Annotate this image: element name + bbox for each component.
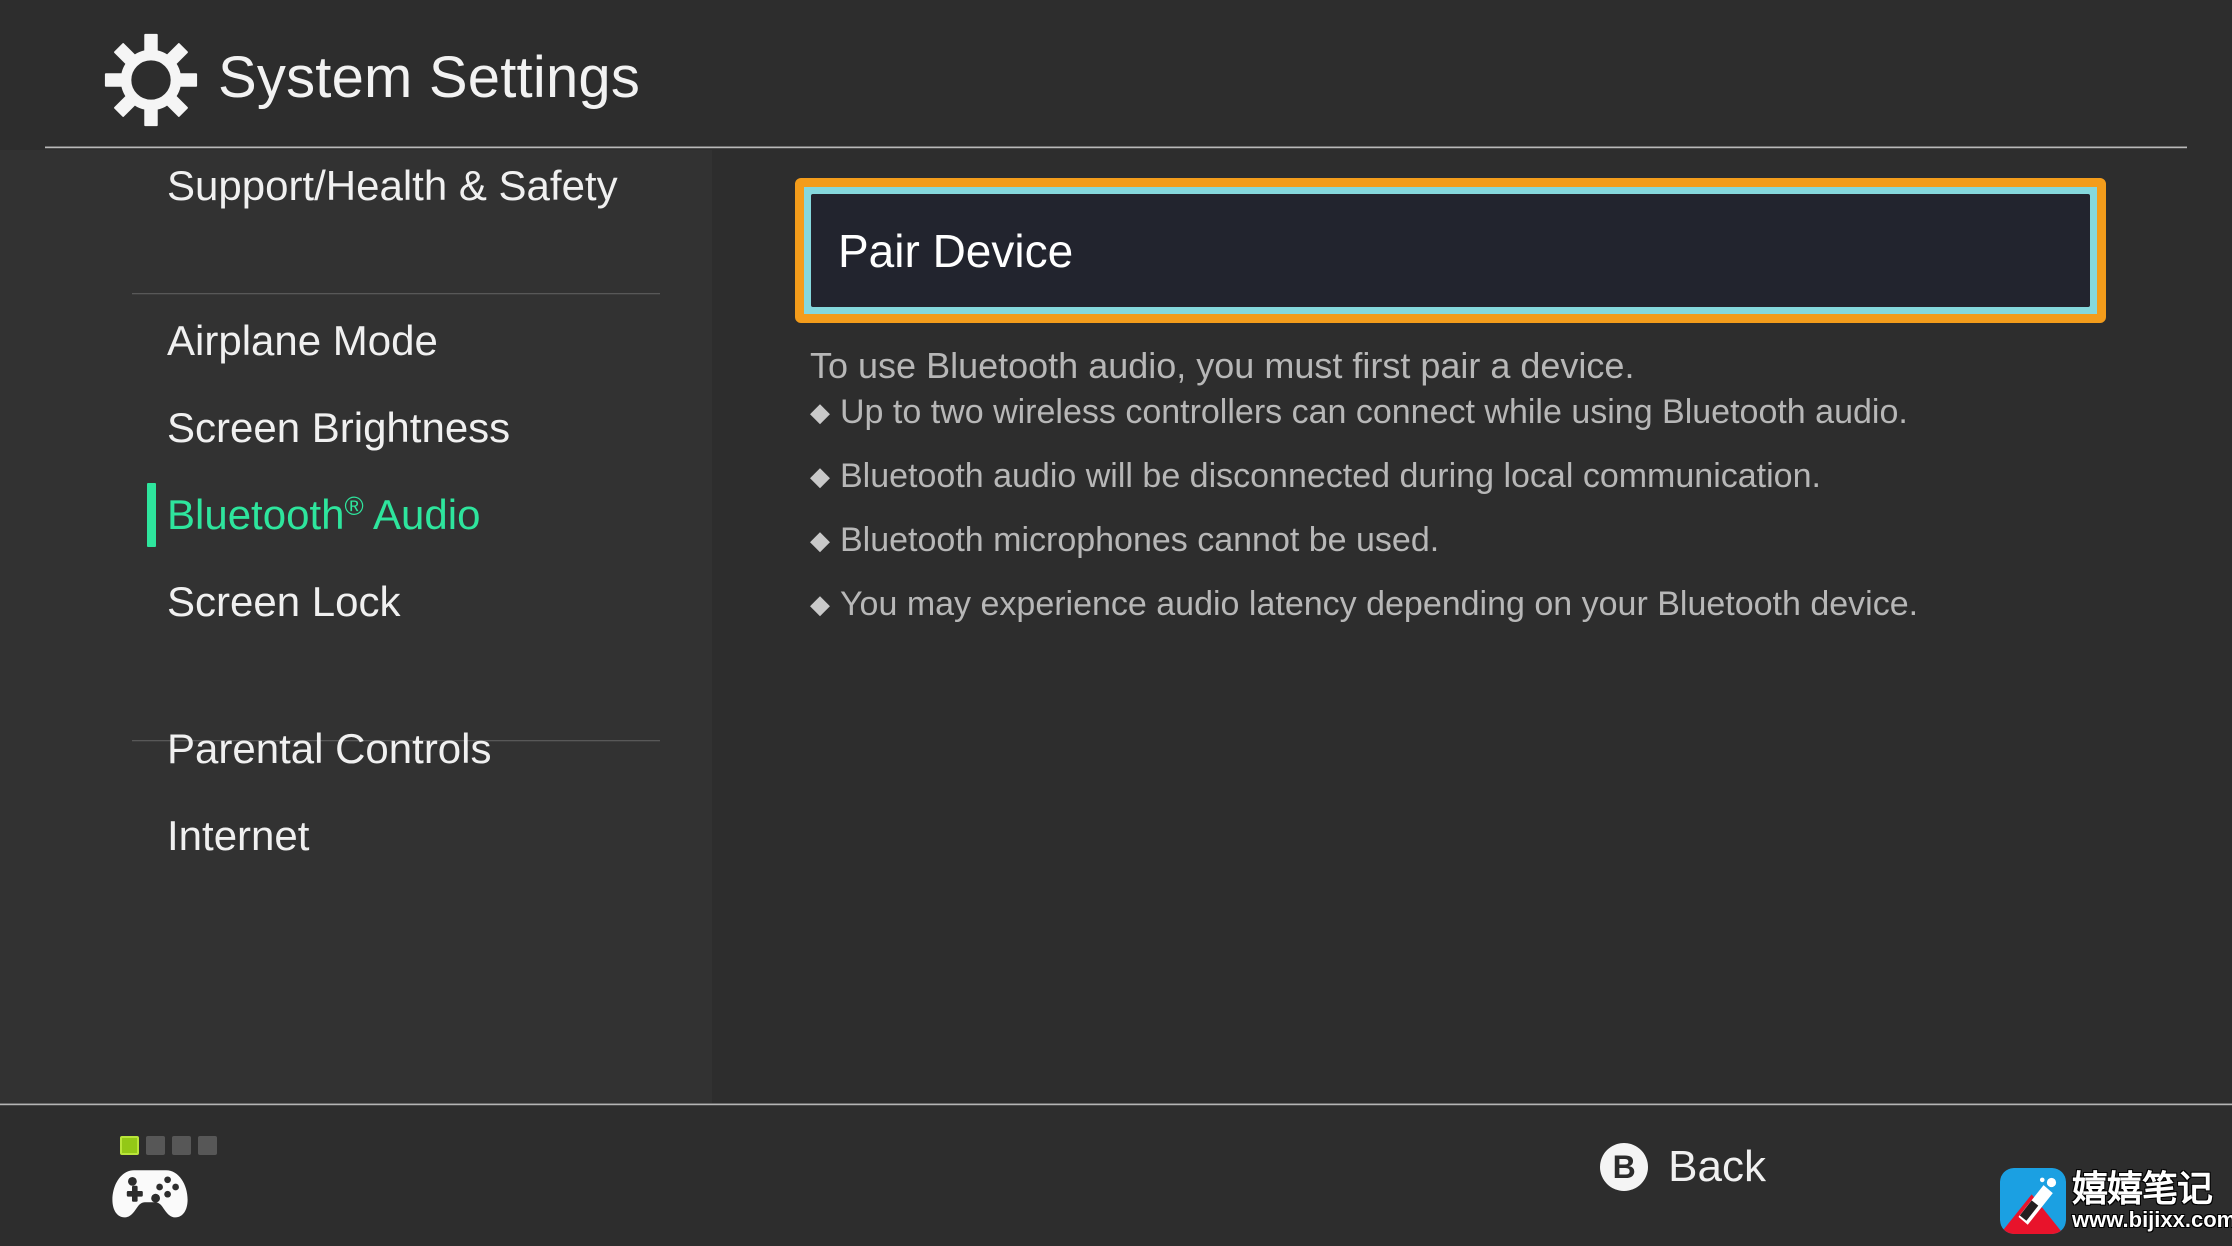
sidebar-item-internet[interactable]: Internet xyxy=(0,800,712,872)
note-text: You may experience audio latency dependi… xyxy=(840,585,1919,623)
watermark: 嬉嬉笔记 www.bijixx.com xyxy=(2000,1156,2232,1246)
pair-device-button-inner: Pair Device xyxy=(811,194,2090,307)
player-led-4 xyxy=(198,1136,217,1155)
sidebar-item-screen-lock[interactable]: Screen Lock xyxy=(0,566,712,638)
sidebar: Support/Health & Safety Airplane Mode Scre… xyxy=(0,150,712,1105)
sidebar-divider xyxy=(132,293,660,295)
watermark-title: 嬉嬉笔记 xyxy=(2072,1168,2213,1209)
sidebar-item-screen-brightness[interactable]: Screen Brightness xyxy=(0,392,712,464)
gear-icon xyxy=(103,32,199,128)
bluetooth-notes-list: ◆ Up to two wireless controllers can conn… xyxy=(810,393,2210,623)
note-item: ◆ Bluetooth audio will be disconnected du… xyxy=(810,457,2210,495)
player-led-2 xyxy=(146,1136,165,1155)
note-text: Bluetooth microphones cannot be used. xyxy=(840,521,1440,559)
watermark-url: www.bijixx.com xyxy=(2072,1207,2232,1232)
pair-device-label: Pair Device xyxy=(838,224,1074,277)
page-title: System Settings xyxy=(218,45,641,110)
pair-device-description: To use Bluetooth audio, you must first p… xyxy=(810,345,1635,386)
sidebar-item-label: Screen Lock xyxy=(167,578,401,625)
sidebar-item-label: Parental Controls xyxy=(167,725,492,772)
sidebar-item-airplane-mode[interactable]: Airplane Mode xyxy=(0,305,712,377)
watermark-logo-icon xyxy=(2000,1168,2066,1234)
game-controller-icon xyxy=(110,1162,190,1220)
pair-device-button[interactable]: Pair Device xyxy=(795,178,2106,323)
sidebar-item-label: Support/Health & Safety xyxy=(167,162,618,209)
note-text: Up to two wireless controllers can conne… xyxy=(840,393,1908,431)
diamond-bullet-icon: ◆ xyxy=(810,461,830,491)
controller-status[interactable] xyxy=(110,1136,230,1224)
b-button-icon: B xyxy=(1600,1143,1649,1191)
diamond-bullet-icon: ◆ xyxy=(810,589,830,619)
note-text: Bluetooth audio will be disconnected dur… xyxy=(840,457,1821,495)
player-led-3 xyxy=(172,1136,191,1155)
sidebar-item-label: Airplane Mode xyxy=(167,317,438,364)
sidebar-item-bluetooth-audio[interactable]: Bluetooth® Audio xyxy=(0,479,712,551)
player-led-group xyxy=(120,1136,217,1155)
system-settings-screen: System Settings Support/Health & Safety A… xyxy=(0,0,2232,1246)
header: System Settings xyxy=(0,0,2232,149)
note-item: ◆ Up to two wireless controllers can conn… xyxy=(810,393,2210,431)
player-led-1 xyxy=(120,1136,139,1155)
back-button-label: Back xyxy=(1668,1142,1766,1191)
bottom-bar: B Back xyxy=(0,1106,2232,1246)
sidebar-selection-indicator xyxy=(147,483,156,547)
note-item: ◆ Bluetooth microphones cannot be used. xyxy=(810,521,2210,559)
back-button[interactable]: B Back xyxy=(1600,1142,1766,1192)
diamond-bullet-icon: ◆ xyxy=(810,525,830,555)
sidebar-item-supporthealth-safety[interactable]: Support/Health & Safety xyxy=(0,150,712,222)
diamond-bullet-icon: ◆ xyxy=(810,397,830,427)
note-item: ◆ You may experience audio latency depend… xyxy=(810,585,2210,623)
watermark-text: 嬉嬉笔记 www.bijixx.com xyxy=(2072,1170,2232,1232)
sidebar-item-label: Screen Brightness xyxy=(167,404,511,451)
sidebar-item-label: Internet xyxy=(167,812,310,859)
main-panel: Pair Device To use Bluetooth audio, you … xyxy=(712,150,2232,1105)
header-divider xyxy=(45,146,2187,149)
sidebar-item-label: Bluetooth® Audio xyxy=(167,491,481,538)
sidebar-item-parental-controls[interactable]: Parental Controls xyxy=(0,713,712,785)
